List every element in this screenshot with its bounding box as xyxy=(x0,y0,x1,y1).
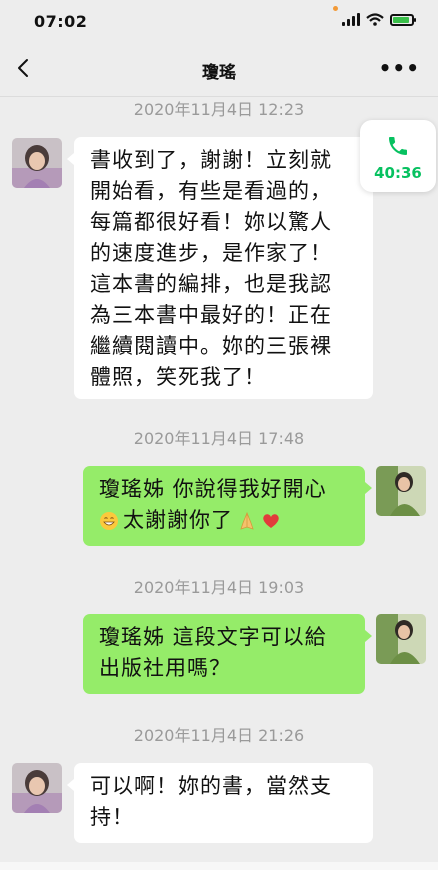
message-line-with-emoji: 太謝謝你了 xyxy=(99,505,351,536)
message-line: 出版社用嗎？ xyxy=(99,656,231,680)
chat-title: 瓊瑤 xyxy=(202,63,236,83)
recording-indicator xyxy=(333,6,338,11)
message-line: 書收到了，謝謝！立刻就 xyxy=(90,148,332,172)
message-timestamp: 2020年11月4日 19:03 xyxy=(133,578,305,597)
signal-icon xyxy=(342,13,360,26)
avatar-contact[interactable] xyxy=(12,763,62,813)
more-options-button[interactable]: ••• xyxy=(379,56,420,80)
message-line: 可以啊！妳的書，當然支 xyxy=(90,774,332,798)
message-line: 繼續閱讀中。妳的三張裸 xyxy=(90,334,332,358)
message-line: 體照，笑死我了！ xyxy=(90,365,266,389)
message-text: 太謝謝你了 xyxy=(123,508,233,532)
wifi-icon xyxy=(366,13,384,26)
message-bubble-received[interactable]: 書收到了，謝謝！立刻就 開始看，有些是看過的， 每篇都很好看！妳以驚人 的速度進… xyxy=(67,137,373,399)
message-timestamp: 2020年11月4日 12:23 xyxy=(133,100,305,119)
call-duration: 40:36 xyxy=(374,164,422,182)
avatar-contact[interactable] xyxy=(12,138,62,188)
battery-icon xyxy=(390,13,416,26)
message-line: 這本書的編排，也是我認 xyxy=(90,272,332,296)
voice-call-float[interactable]: 40:36 xyxy=(360,120,436,192)
message-line: 每篇都很好看！妳以驚人 xyxy=(90,210,332,234)
chat-header: 瓊瑤 ••• xyxy=(0,42,438,97)
message-line: 持！ xyxy=(90,805,134,829)
status-bar: 07:02 xyxy=(0,0,438,42)
message-timestamp: 2020年11月4日 17:48 xyxy=(133,429,305,448)
grin-emoji-icon xyxy=(100,512,118,530)
message-line: 開始看，有些是看過的， xyxy=(90,179,332,203)
input-bar-edge xyxy=(0,862,438,870)
heart-emoji-icon xyxy=(263,514,279,528)
avatar-self[interactable] xyxy=(376,466,426,516)
phone-icon xyxy=(389,137,407,155)
back-icon[interactable] xyxy=(12,54,36,82)
message-line: 的速度進步，是作家了！ xyxy=(90,241,332,265)
status-time: 07:02 xyxy=(34,12,88,31)
message-timestamp: 2020年11月4日 21:26 xyxy=(133,726,305,745)
message-bubble-sent[interactable]: 瓊瑤姊 你說得我好開心 太謝謝你了 xyxy=(83,466,372,546)
message-line: 瓊瑤姊 你說得我好開心 xyxy=(99,477,327,501)
message-line: 瓊瑤姊 這段文字可以給 xyxy=(99,625,327,649)
message-line: 為三本書中最好的！正在 xyxy=(90,303,332,327)
folded-hands-emoji-icon xyxy=(240,511,254,530)
avatar-self[interactable] xyxy=(376,614,426,664)
status-icons xyxy=(342,13,416,26)
message-bubble-received[interactable]: 可以啊！妳的書，當然支 持！ xyxy=(67,763,373,843)
message-bubble-sent[interactable]: 瓊瑤姊 這段文字可以給 出版社用嗎？ xyxy=(83,614,372,694)
